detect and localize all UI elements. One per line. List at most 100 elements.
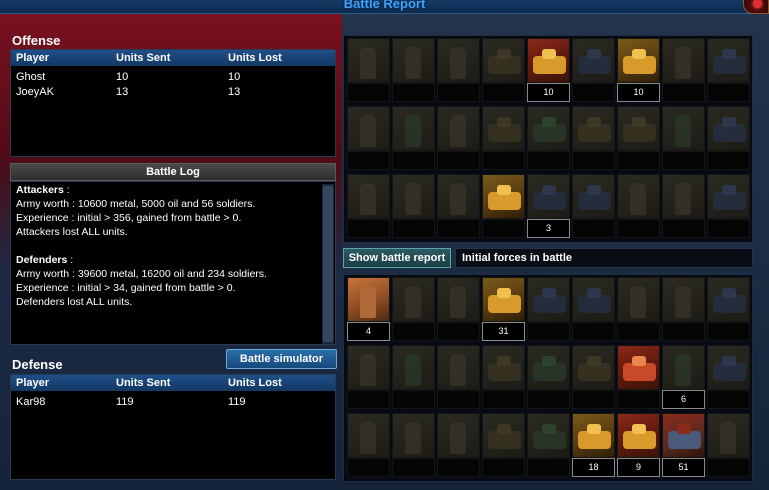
unit-slot[interactable]: 9 xyxy=(617,413,660,477)
unit-portrait xyxy=(707,345,750,390)
scrollbar-thumb[interactable] xyxy=(323,186,333,342)
unit-portrait xyxy=(437,174,480,219)
unit-slot[interactable] xyxy=(527,277,570,341)
unit-slot[interactable] xyxy=(572,277,615,341)
unit-portrait xyxy=(347,345,390,390)
unit-slot[interactable] xyxy=(617,174,660,238)
unit-slot[interactable] xyxy=(707,345,750,409)
unit-slot[interactable] xyxy=(707,38,750,102)
defense-table-header: Player Units Sent Units Lost xyxy=(11,375,335,391)
unit-slot[interactable] xyxy=(392,413,435,477)
log-line: Experience : initial > 356, gained from … xyxy=(16,212,242,224)
unit-portrait xyxy=(617,38,660,83)
unit-slot[interactable] xyxy=(662,38,705,102)
unit-slot[interactable] xyxy=(617,277,660,341)
unit-count xyxy=(707,390,750,409)
unit-slot[interactable] xyxy=(437,106,480,170)
unit-count xyxy=(437,219,480,238)
unit-slot[interactable] xyxy=(482,38,525,102)
unit-slot[interactable] xyxy=(347,174,390,238)
unit-slot[interactable] xyxy=(347,345,390,409)
unit-count: 4 xyxy=(347,322,390,341)
unit-slot[interactable] xyxy=(527,345,570,409)
show-battle-report-button[interactable]: Show battle report xyxy=(343,248,451,268)
unit-portrait xyxy=(347,38,390,83)
unit-count xyxy=(572,151,615,170)
unit-portrait xyxy=(572,106,615,151)
unit-slot[interactable] xyxy=(392,106,435,170)
unit-slot[interactable] xyxy=(347,413,390,477)
units-lost: 119 xyxy=(228,395,246,408)
unit-count xyxy=(617,219,660,238)
unit-slot[interactable] xyxy=(527,106,570,170)
unit-slot[interactable] xyxy=(527,413,570,477)
unit-slot[interactable] xyxy=(707,106,750,170)
battle-simulator-button[interactable]: Battle simulator xyxy=(226,349,337,369)
unit-count xyxy=(662,322,705,341)
unit-portrait xyxy=(707,38,750,83)
unit-portrait xyxy=(527,174,570,219)
unit-portrait xyxy=(617,174,660,219)
unit-count xyxy=(572,219,615,238)
unit-portrait xyxy=(392,345,435,390)
unit-portrait xyxy=(437,345,480,390)
unit-count xyxy=(347,151,390,170)
defenders-title: Defenders xyxy=(16,254,68,266)
unit-portrait xyxy=(392,38,435,83)
unit-slot[interactable] xyxy=(392,38,435,102)
unit-count xyxy=(662,151,705,170)
unit-slot[interactable]: 31 xyxy=(482,277,525,341)
unit-slot[interactable] xyxy=(617,106,660,170)
unit-slot[interactable] xyxy=(707,174,750,238)
unit-slot[interactable]: 3 xyxy=(527,174,570,238)
unit-slot[interactable] xyxy=(437,277,480,341)
unit-slot[interactable] xyxy=(482,345,525,409)
attackers-title: Attackers xyxy=(16,184,64,196)
close-button[interactable] xyxy=(743,0,769,14)
unit-count xyxy=(527,322,570,341)
unit-portrait xyxy=(527,345,570,390)
unit-portrait xyxy=(482,174,525,219)
unit-slot[interactable] xyxy=(707,277,750,341)
unit-slot[interactable] xyxy=(662,106,705,170)
unit-slot[interactable] xyxy=(437,38,480,102)
player-name: JoeyAK xyxy=(16,85,54,98)
unit-count xyxy=(662,219,705,238)
unit-slot[interactable] xyxy=(572,106,615,170)
unit-count xyxy=(392,390,435,409)
unit-slot[interactable]: 4 xyxy=(347,277,390,341)
unit-slot[interactable] xyxy=(662,174,705,238)
unit-slot[interactable] xyxy=(662,277,705,341)
unit-slot[interactable]: 10 xyxy=(527,38,570,102)
unit-slot[interactable] xyxy=(572,38,615,102)
unit-portrait xyxy=(347,174,390,219)
unit-count xyxy=(482,219,525,238)
unit-slot[interactable]: 51 xyxy=(662,413,705,477)
unit-slot[interactable]: 18 xyxy=(572,413,615,477)
unit-count xyxy=(437,83,480,102)
unit-slot[interactable] xyxy=(392,174,435,238)
unit-slot[interactable]: 10 xyxy=(617,38,660,102)
unit-slot[interactable] xyxy=(347,106,390,170)
unit-slot[interactable] xyxy=(482,413,525,477)
unit-slot[interactable] xyxy=(392,277,435,341)
unit-slot[interactable] xyxy=(437,174,480,238)
close-icon[interactable] xyxy=(753,0,762,8)
unit-count: 10 xyxy=(617,83,660,102)
battle-log-scrollbar[interactable] xyxy=(322,184,334,344)
unit-slot[interactable] xyxy=(707,413,750,477)
unit-slot[interactable] xyxy=(437,345,480,409)
unit-slot[interactable] xyxy=(347,38,390,102)
log-line: Attackers lost ALL units. xyxy=(16,226,128,238)
unit-slot[interactable] xyxy=(482,106,525,170)
unit-slot[interactable] xyxy=(437,413,480,477)
unit-count xyxy=(392,322,435,341)
unit-slot[interactable] xyxy=(617,345,660,409)
unit-slot[interactable] xyxy=(482,174,525,238)
unit-slot[interactable] xyxy=(572,174,615,238)
unit-slot[interactable]: 6 xyxy=(662,345,705,409)
unit-slot[interactable] xyxy=(572,345,615,409)
unit-portrait xyxy=(707,277,750,322)
unit-portrait xyxy=(527,277,570,322)
unit-slot[interactable] xyxy=(392,345,435,409)
